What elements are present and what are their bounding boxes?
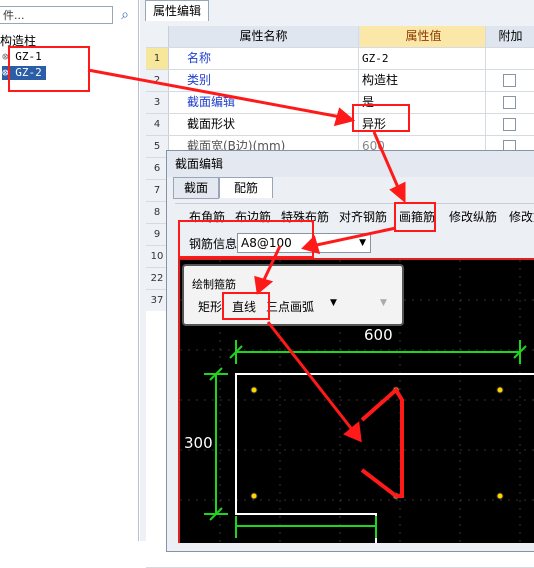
property-name: 截面形状 [169, 114, 359, 135]
extra-cell [487, 92, 534, 113]
extra-cell [487, 114, 534, 135]
property-name: 截面编辑 [169, 92, 359, 113]
extra-cell [487, 70, 534, 91]
row-number: 4 [146, 114, 169, 135]
dialog-title[interactable]: 截面编辑 [167, 151, 534, 177]
table-row[interactable]: 4 截面形状 异形 [146, 114, 534, 136]
row-number: 2 [146, 70, 169, 91]
rectangle-tool-button[interactable]: 矩形 [198, 298, 222, 315]
extra-cell [487, 48, 534, 69]
align-rebar-button[interactable]: 对齐钢筋 [339, 208, 387, 225]
table-row[interactable]: 2 类别 构造柱 [146, 70, 534, 92]
column-header-extra: 附加 [498, 29, 523, 43]
annotation-box-tree [8, 46, 90, 92]
column-header-value: 属性值 [360, 26, 486, 47]
extra-checkbox[interactable] [503, 118, 516, 131]
tab-property-edit[interactable]: 属性编辑 [145, 0, 209, 21]
dimension-lines [204, 340, 527, 538]
property-name: 名称 [169, 48, 359, 69]
chevron-down-icon[interactable]: ▼ [380, 298, 387, 308]
arc-tool-button[interactable]: 三点画弧 [266, 298, 314, 315]
search-input[interactable]: 件... [0, 6, 113, 24]
row-number-header [146, 26, 169, 47]
annotation-box-stirrup [394, 202, 436, 232]
annotation-box-shape [352, 104, 410, 132]
annotation-box-line-tool [222, 292, 270, 320]
column-header-name: 属性名称 [169, 26, 359, 47]
modify-longitudinal-button[interactable]: 修改纵筋 [449, 208, 497, 225]
table-header: 属性名称 属性值 附加 [146, 26, 534, 48]
stirrup-drawing [360, 386, 404, 498]
tab-section[interactable]: 截面 [173, 177, 219, 199]
search-icon[interactable]: ⌕ [116, 6, 134, 24]
tab-rebar[interactable]: 配筋 [219, 177, 273, 198]
draw-stirrup-panel: 绘制箍筋 矩形 直线 三点画弧 ▼ ▼ [182, 264, 404, 326]
property-value[interactable]: 构造柱 [360, 70, 486, 91]
extra-checkbox[interactable] [503, 96, 516, 109]
property-value[interactable]: GZ-2 [360, 48, 486, 69]
table-row[interactable]: 1 名称 GZ-2 [146, 48, 534, 70]
row-number: 3 [146, 92, 169, 113]
dimension-width: 600 [364, 326, 393, 344]
extra-checkbox[interactable] [503, 74, 516, 87]
chevron-down-icon: ▼ [359, 238, 366, 248]
chevron-down-icon[interactable]: ▼ [330, 298, 337, 308]
draw-panel-title: 绘制箍筋 [192, 278, 236, 291]
property-name: 类别 [169, 70, 359, 91]
row-number: 1 [146, 48, 169, 69]
table-row[interactable]: 3 截面编辑 是 [146, 92, 534, 114]
annotation-box-rebar-info [178, 220, 314, 258]
dimension-height: 300 [184, 434, 213, 452]
modify-rebar-button[interactable]: 修改筋 [509, 208, 534, 225]
